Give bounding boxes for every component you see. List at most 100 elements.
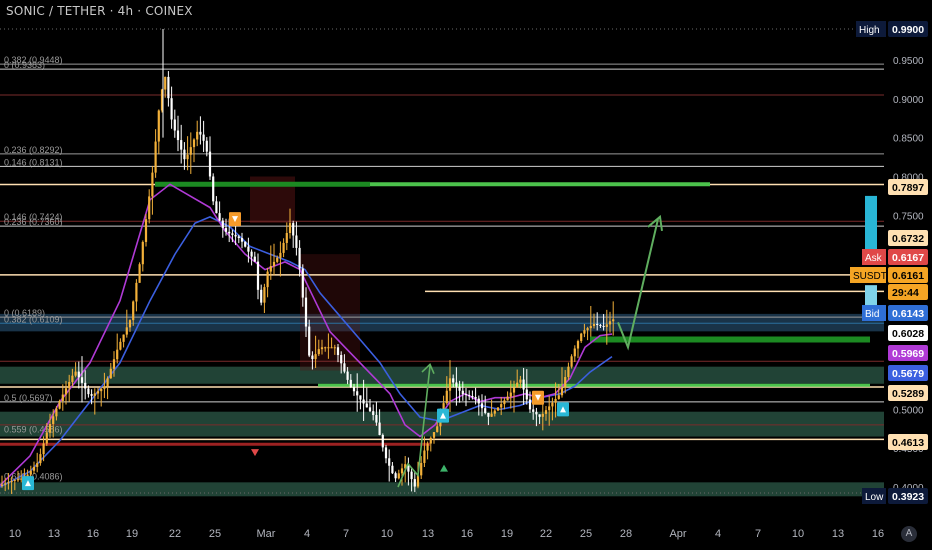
candle-body bbox=[525, 389, 528, 400]
candle-body bbox=[564, 377, 567, 388]
candle-body bbox=[240, 238, 244, 242]
zone bbox=[0, 482, 884, 497]
candle-body bbox=[234, 234, 237, 237]
candle-body bbox=[426, 443, 429, 451]
candle-body bbox=[605, 324, 608, 327]
candle-body bbox=[320, 347, 324, 350]
candle-body bbox=[279, 252, 282, 258]
x-tick-label: 13 bbox=[48, 528, 60, 540]
x-tick-label: 22 bbox=[540, 528, 552, 540]
candle-body bbox=[183, 149, 186, 160]
candle-body bbox=[432, 432, 436, 438]
candle-body bbox=[490, 413, 493, 417]
candle-body bbox=[96, 391, 100, 394]
candle-body bbox=[378, 422, 381, 435]
candle-body bbox=[333, 347, 336, 349]
price-label-value: 0.6167 bbox=[892, 252, 924, 264]
candle-body bbox=[592, 323, 596, 327]
candle-body bbox=[436, 426, 439, 433]
x-tick-label: 10 bbox=[9, 528, 21, 540]
x-tick-label: 7 bbox=[755, 528, 761, 540]
candle-body bbox=[557, 395, 560, 399]
candle-body bbox=[103, 386, 106, 389]
candle-body bbox=[324, 347, 327, 349]
candle-body bbox=[359, 395, 362, 400]
candle-body bbox=[349, 379, 352, 388]
candle-body bbox=[452, 378, 455, 383]
down-triangle-icon bbox=[251, 449, 259, 457]
fib-label: 0.5 (0.5697) bbox=[4, 393, 53, 403]
candle-body bbox=[282, 242, 285, 253]
candle-body bbox=[144, 219, 148, 242]
candle-body bbox=[388, 458, 391, 466]
candle-body bbox=[429, 437, 432, 444]
price-label-name: Ask bbox=[865, 253, 883, 264]
candle-body bbox=[106, 378, 109, 387]
price-label-value: 0.4613 bbox=[892, 437, 924, 449]
candle-body bbox=[32, 466, 36, 471]
x-tick-label: 13 bbox=[422, 528, 434, 540]
candle-body bbox=[154, 141, 157, 173]
fib-label: 0.382 (0.6109) bbox=[4, 314, 63, 324]
candle-body bbox=[135, 282, 138, 302]
candle-body bbox=[500, 404, 503, 408]
candle-body bbox=[330, 347, 333, 349]
candle-body bbox=[509, 392, 512, 397]
fib-label: 0.236 (0.8292) bbox=[4, 145, 63, 155]
candle-body bbox=[52, 416, 55, 424]
candle-body bbox=[272, 261, 276, 267]
candle-body bbox=[202, 134, 205, 141]
candle-body bbox=[20, 478, 23, 480]
candle-body bbox=[4, 483, 7, 485]
candle-body bbox=[567, 366, 570, 378]
price-label-name: High bbox=[859, 25, 880, 36]
x-tick-label: 10 bbox=[792, 528, 804, 540]
y-tick-label: 0.9500 bbox=[893, 56, 924, 67]
candle-body bbox=[93, 393, 96, 396]
x-tick-label: Apr bbox=[669, 528, 686, 540]
x-tick-label: 19 bbox=[501, 528, 513, 540]
price-label-value: 0.6732 bbox=[892, 233, 924, 245]
candle-body bbox=[522, 379, 525, 390]
drawings-layer bbox=[397, 214, 663, 488]
candle-body bbox=[599, 324, 602, 326]
candle-body bbox=[445, 390, 448, 404]
tradingview-logo-icon[interactable]: A bbox=[901, 526, 917, 542]
candle-body bbox=[317, 349, 320, 355]
candle-body bbox=[298, 247, 301, 269]
price-label-value: 0.5969 bbox=[892, 348, 924, 360]
candle-body bbox=[205, 140, 208, 152]
candle-body bbox=[560, 387, 564, 396]
candle-body bbox=[471, 395, 474, 397]
x-tick-label: 28 bbox=[620, 528, 632, 540]
candle-body bbox=[410, 471, 413, 480]
candle-body bbox=[554, 398, 557, 403]
candle-body bbox=[173, 119, 176, 131]
price-chart[interactable]: 0.382 (0.9448)0 (0.9383)0.236 (0.8292)0.… bbox=[0, 0, 932, 550]
candle-body bbox=[288, 223, 292, 234]
x-tick-label: 16 bbox=[87, 528, 99, 540]
candle-body bbox=[493, 410, 496, 414]
candle-body bbox=[397, 473, 400, 479]
candle-body bbox=[266, 271, 269, 288]
candle-body bbox=[285, 233, 288, 243]
candle-body bbox=[170, 98, 173, 120]
candle-body bbox=[16, 479, 20, 481]
price-label-value: 0.6143 bbox=[892, 308, 924, 320]
price-label-value: 0.7897 bbox=[892, 182, 924, 194]
candle-body bbox=[77, 371, 80, 378]
candle-body bbox=[311, 355, 314, 360]
candle-body bbox=[343, 363, 346, 372]
candle-body bbox=[416, 475, 420, 487]
candle-body bbox=[413, 479, 416, 487]
candle-body bbox=[375, 414, 378, 423]
candle-body bbox=[157, 110, 160, 142]
x-tick-label: 16 bbox=[872, 528, 884, 540]
candle-body bbox=[10, 480, 13, 483]
candle-body bbox=[132, 301, 135, 321]
candle-body bbox=[352, 387, 356, 392]
candle-body bbox=[586, 328, 589, 331]
candle-body bbox=[381, 434, 384, 448]
candle-body bbox=[263, 287, 266, 303]
candle-body bbox=[474, 396, 477, 399]
